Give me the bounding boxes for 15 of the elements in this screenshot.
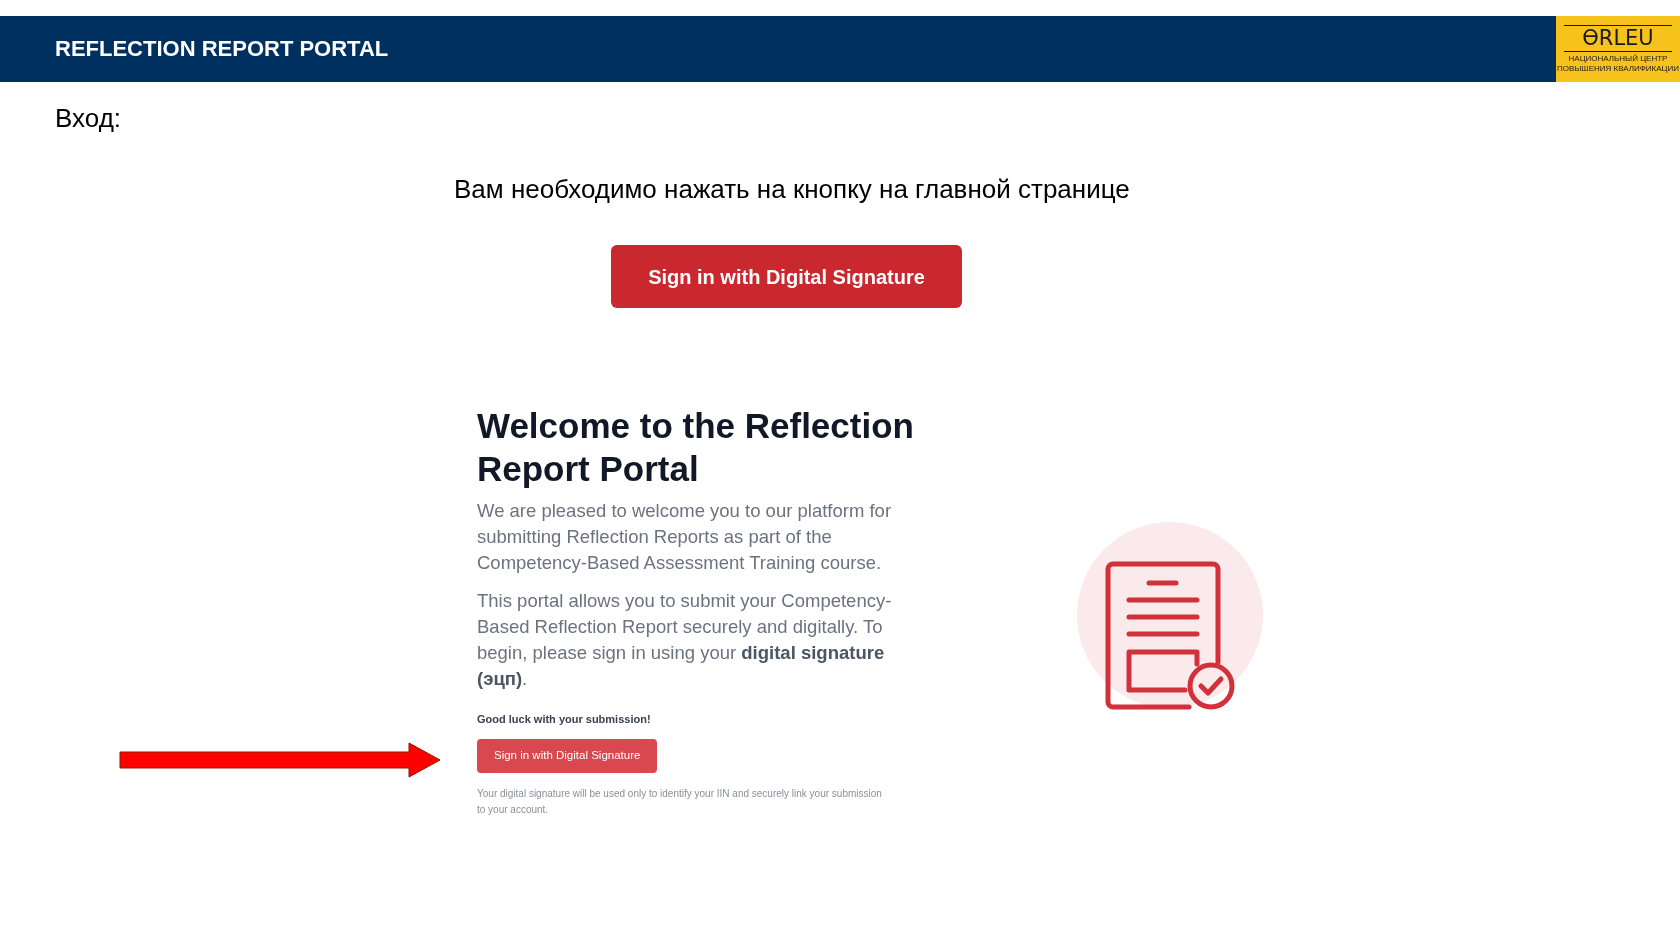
- sign-in-button[interactable]: Sign in with Digital Signature: [477, 739, 658, 773]
- portal-title: REFLECTION REPORT PORTAL: [55, 35, 389, 63]
- disclaimer-text: Your digital signature will be used only to identify your IIN and securely link your submission to your account.: [477, 787, 882, 817]
- welcome-heading: Welcome to the Reflection Report Portal: [477, 405, 915, 490]
- instruction-text: Вам необходимо нажать на кнопку на главной странице: [454, 173, 1130, 205]
- document-check-icon: [1077, 522, 1263, 712]
- logo-caption: НАЦИОНАЛЬНЫЙ ЦЕНТР: [1568, 53, 1668, 64]
- logo-caption: ПОВЫШЕНИЯ КВАЛИФИКАЦИИ: [1556, 63, 1680, 74]
- intro-paragraph: We are pleased to welcome you to our platform for submitting Reflection Reports as part of the Competency-Based Assessment Training course.: [477, 499, 893, 575]
- right-arrow-icon: [119, 742, 441, 778]
- logo-wordmark: ӨRLEU: [1582, 25, 1654, 51]
- intro-paragraph: This portal allows you to submit your Competency-Based Reflection Report securely and digitally. To begin, please sign in using your digital signature (эцп).: [477, 589, 893, 691]
- closing-text: Good luck with your submission!: [477, 712, 651, 727]
- sign-in-button[interactable]: Sign in with Digital Signature: [611, 245, 962, 308]
- section-label: Вход:: [55, 102, 122, 134]
